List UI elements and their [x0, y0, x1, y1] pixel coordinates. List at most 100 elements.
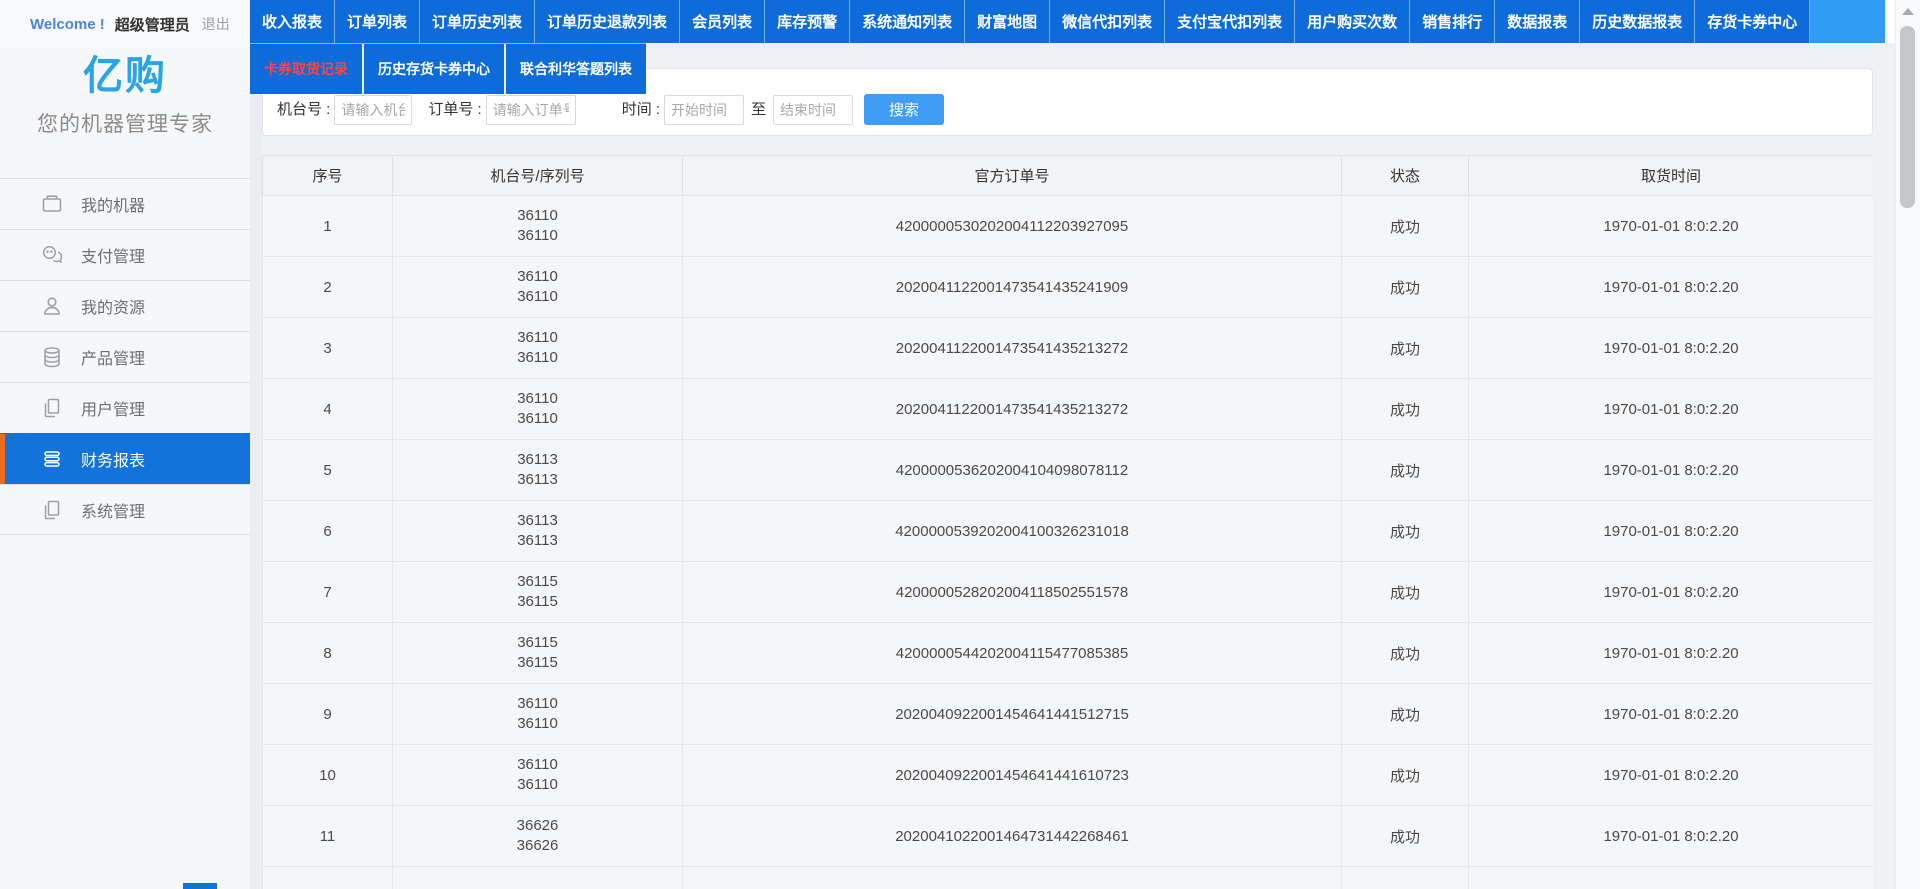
top-nav: 收入报表订单列表订单历史列表订单历史退款列表会员列表库存预警系统通知列表财富地图…: [250, 0, 1896, 43]
cell-order-number: 4200000530202004112203927095: [683, 196, 1342, 257]
cell-machine-serial: 3611536115: [393, 562, 683, 623]
nav-tab-6[interactable]: 库存预警: [765, 0, 850, 43]
cell-machine-serial: 3611536115: [393, 623, 683, 684]
machine-number-input[interactable]: [334, 95, 412, 125]
end-time-input[interactable]: [773, 95, 853, 125]
column-header: 状态: [1342, 156, 1469, 196]
sub-tab-2[interactable]: 历史存货卡券中心: [364, 44, 506, 94]
search-button[interactable]: 搜索: [864, 94, 944, 125]
table-row: 736115361154200000528202004118502551578成…: [263, 562, 1874, 623]
cell-status: 成功: [1342, 806, 1469, 867]
cell-status: 成功: [1342, 562, 1469, 623]
cell-index: 8: [263, 623, 393, 684]
logout-link[interactable]: 退出: [202, 14, 230, 34]
nav-tab-8[interactable]: 财富地图: [965, 0, 1050, 43]
nav-tab-5[interactable]: 会员列表: [680, 0, 765, 43]
cell-pickup-time: 1970-01-01 8:0:2.20: [1469, 806, 1874, 867]
column-header: 取货时间: [1469, 156, 1874, 196]
nav-tab-9[interactable]: 微信代扣列表: [1050, 0, 1165, 43]
sidebar-item-3[interactable]: 我的资源: [0, 280, 250, 331]
nav-tail-block: [1810, 0, 1885, 43]
user-icon: [40, 294, 64, 318]
start-time-input[interactable]: [664, 95, 744, 125]
cell-pickup-time: 1970-01-01 8:0:2.20: [1469, 745, 1874, 806]
machine-number: 36113: [394, 450, 681, 470]
sidebar-item-7[interactable]: 系统管理: [0, 484, 250, 535]
sidebar-item-6[interactable]: 财务报表: [0, 433, 250, 484]
table-row: 136110361104200000530202004112203927095成…: [263, 196, 1874, 257]
nav-tab-3[interactable]: 订单历史列表: [420, 0, 535, 43]
cell-machine-serial: 3662636626: [393, 806, 683, 867]
sidebar-item-4[interactable]: 产品管理: [0, 331, 250, 382]
order-number-input[interactable]: [486, 95, 576, 125]
serial-number: 36110: [394, 775, 681, 795]
table-row: 436110361102020041122001473541435213272成…: [263, 379, 1874, 440]
sidebar-item-5[interactable]: 用户管理: [0, 382, 250, 433]
cell-index: 10: [263, 745, 393, 806]
cell-machine-serial: 3611036110: [393, 379, 683, 440]
serial-number: 36110: [394, 714, 681, 734]
welcome-bar: Welcome ! 超级管理员 退出: [0, 0, 250, 48]
cell-index: 3: [263, 318, 393, 379]
sub-tab-1[interactable]: 卡券取货记录: [250, 44, 364, 94]
nav-tab-15[interactable]: 存货卡券中心: [1695, 0, 1810, 43]
nav-tab-11[interactable]: 用户购买次数: [1295, 0, 1410, 43]
empty-cell: [393, 867, 683, 889]
nav-tab-1[interactable]: 收入报表: [250, 0, 335, 43]
table-row-partial: [263, 867, 1874, 889]
machine-number: 36115: [394, 633, 681, 653]
cell-order-number: 2020040922001454641441610723: [683, 745, 1342, 806]
cell-order-number: 4200000528202004118502551578: [683, 562, 1342, 623]
cell-status: 成功: [1342, 623, 1469, 684]
nav-tab-13[interactable]: 数据报表: [1495, 0, 1580, 43]
sidebar-item-2[interactable]: 支付管理: [0, 229, 250, 280]
table-row: 936110361102020040922001454641441512715成…: [263, 684, 1874, 745]
cell-order-number: 2020040922001454641441512715: [683, 684, 1342, 745]
empty-cell: [1469, 867, 1874, 889]
brand-tagline: 您的机器管理专家: [0, 108, 250, 138]
scroll-up-arrow-icon[interactable]: [1902, 8, 1914, 15]
machine-number: 36626: [394, 816, 681, 836]
vertical-scrollbar[interactable]: [1895, 0, 1920, 889]
table-row: 336110361102020041122001473541435213272成…: [263, 318, 1874, 379]
time-to-label: 至: [751, 95, 766, 125]
cell-status: 成功: [1342, 501, 1469, 562]
cell-pickup-time: 1970-01-01 8:0:2.20: [1469, 501, 1874, 562]
nav-tab-14[interactable]: 历史数据报表: [1580, 0, 1695, 43]
sidebar-item-1[interactable]: 我的机器: [0, 178, 250, 229]
cell-order-number: 4200000536202004104098078112: [683, 440, 1342, 501]
cell-pickup-time: 1970-01-01 8:0:2.20: [1469, 440, 1874, 501]
nav-tab-10[interactable]: 支付宝代扣列表: [1165, 0, 1295, 43]
brand-logo: 亿购: [0, 52, 250, 100]
empty-cell: [263, 867, 393, 889]
machine-number: 36110: [394, 267, 681, 287]
machine-number: 36110: [394, 694, 681, 714]
column-header: 机台号/序列号: [393, 156, 683, 196]
cell-status: 成功: [1342, 379, 1469, 440]
table-row: 536113361134200000536202004104098078112成…: [263, 440, 1874, 501]
empty-cell: [683, 867, 1342, 889]
nav-tab-12[interactable]: 销售排行: [1410, 0, 1495, 43]
machine-number: 36110: [394, 389, 681, 409]
cell-status: 成功: [1342, 196, 1469, 257]
sub-tab-3[interactable]: 联合利华答题列表: [506, 44, 646, 94]
cell-index: 9: [263, 684, 393, 745]
cell-machine-serial: 3611336113: [393, 501, 683, 562]
nav-tab-4[interactable]: 订单历史退款列表: [535, 0, 680, 43]
cell-pickup-time: 1970-01-01 8:0:2.20: [1469, 257, 1874, 318]
cell-order-number: 2020041122001473541435213272: [683, 379, 1342, 440]
nav-tab-7[interactable]: 系统通知列表: [850, 0, 965, 43]
nav-tab-2[interactable]: 订单列表: [335, 0, 420, 43]
cell-machine-serial: 3611036110: [393, 257, 683, 318]
cell-index: 6: [263, 501, 393, 562]
sidebar: Welcome ! 超级管理员 退出 亿购 您的机器管理专家 我的机器支付管理我…: [0, 0, 250, 889]
cell-index: 2: [263, 257, 393, 318]
serial-number: 36110: [394, 348, 681, 368]
sidebar-item-label: 我的机器: [81, 192, 145, 216]
welcome-text: Welcome !: [30, 16, 105, 33]
scrollbar-thumb[interactable]: [1900, 26, 1915, 208]
table-row: 836115361154200000544202004115477085385成…: [263, 623, 1874, 684]
cell-pickup-time: 1970-01-01 8:0:2.20: [1469, 318, 1874, 379]
serial-number: 36626: [394, 836, 681, 856]
cell-machine-serial: 3611036110: [393, 745, 683, 806]
